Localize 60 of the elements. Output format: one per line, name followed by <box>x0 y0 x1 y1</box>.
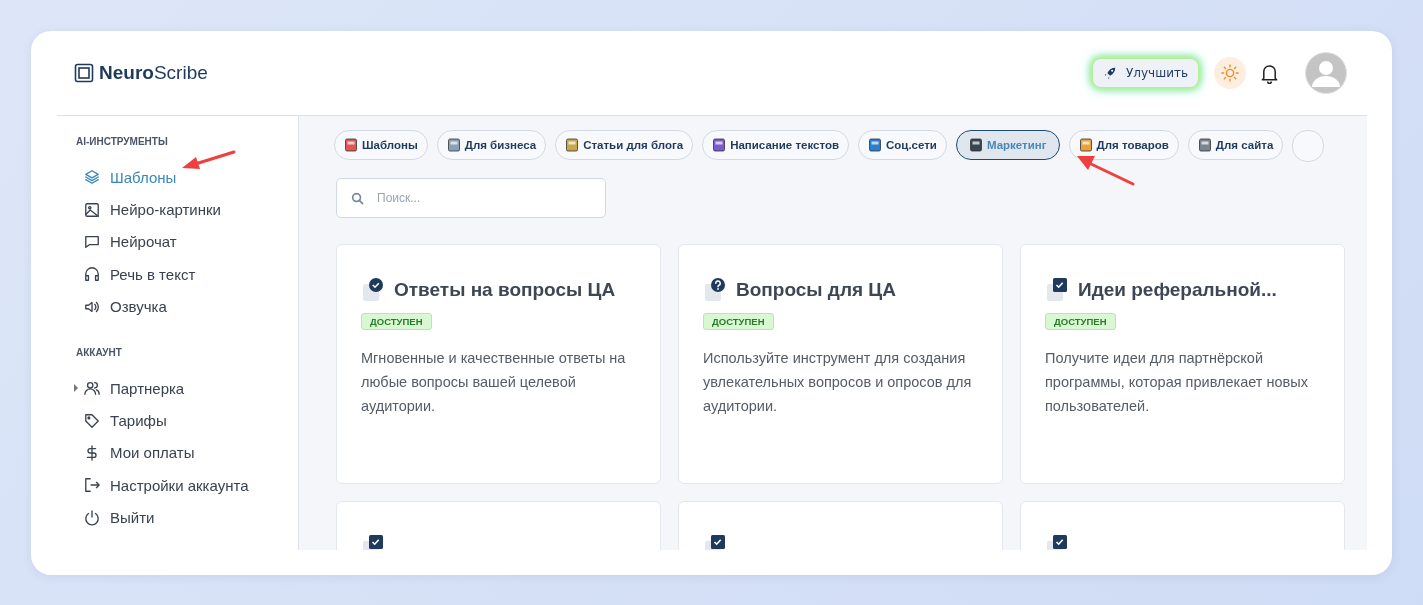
section-title: AI-ИНСТРУМЕНТЫ <box>76 136 169 147</box>
emoji-icon <box>712 138 727 152</box>
sidebar-item[interactable]: Выйти <box>57 501 298 534</box>
chat-bubble-icon <box>84 233 100 250</box>
card-description: Используйте инструмент для создания увлекательных вопросов и опросов для аудитории. <box>703 349 973 416</box>
layers-icon <box>84 169 100 186</box>
category-chip[interactable] <box>1292 130 1325 162</box>
logo-icon <box>74 63 94 83</box>
status-badge: ДОСТУПЕН <box>703 313 774 330</box>
category-chip[interactable]: Для товаров <box>1068 130 1179 160</box>
category-chip[interactable]: Шаблоны <box>334 130 428 160</box>
emoji-icon <box>344 138 358 152</box>
card-description: Мгновенные и качественные ответы на любые вопросы вашей целевой аудитории. <box>361 349 627 416</box>
emoji-icon <box>868 138 882 152</box>
category-chip[interactable]: Соц.сети <box>858 130 947 160</box>
sidebar-item[interactable]: Озвучка <box>57 290 298 323</box>
image-icon <box>84 201 100 218</box>
category-chip[interactable]: Для бизнеса <box>436 130 547 160</box>
headphones-icon <box>84 266 100 283</box>
emoji-icon <box>565 138 580 152</box>
card-title: Вопросы для ЦА <box>736 279 896 301</box>
logo-text[interactable]: NeuroScribe <box>99 62 208 84</box>
user-avatar[interactable] <box>1305 52 1347 94</box>
card-description: Получите идеи для партнёрской программы, которая привлекает новых пользователей. <box>1045 349 1309 416</box>
tag-icon <box>84 412 100 429</box>
users-icon <box>84 380 100 397</box>
status-badge: ДОСТУПЕН <box>1045 313 1116 330</box>
sidebar-item[interactable]: Речь в текст <box>57 258 298 291</box>
status-badge: ДОСТУПЕН <box>361 313 432 330</box>
template-card[interactable]: Идеи реферальной... ДОСТУПЕН Получите идеи для партнёрской программы, которая привлекает новых пользователей. <box>1020 244 1345 484</box>
sun-icon <box>1221 64 1239 82</box>
sidebar-item[interactable]: Мои оплаты <box>57 436 298 470</box>
template-card[interactable]: Вопросы для ЦА ДОСТУПЕН Используйте инструмент для создания увлекательных вопросов и опросов для аудитории. <box>678 244 1003 484</box>
category-chip[interactable]: Написание текстов <box>702 130 849 160</box>
annotation-arrow <box>1075 154 1135 186</box>
dollar-icon <box>84 444 100 461</box>
annotation-arrow <box>180 150 236 172</box>
upgrade-button[interactable]: Улучшить <box>1093 59 1198 87</box>
card-title: Идеи реферальной... <box>1078 279 1277 301</box>
sidebar-item[interactable]: Настройки аккаунта <box>57 469 298 502</box>
card-title: Ответы на вопросы ЦА <box>394 279 616 301</box>
sidebar-item[interactable]: Партнерка <box>57 371 298 405</box>
theme-toggle-button[interactable] <box>1214 57 1246 89</box>
search-field[interactable]: Поиск... <box>336 178 606 218</box>
section-title: АККАУНТ <box>76 346 123 358</box>
logout-arrow-icon <box>84 477 100 494</box>
template-card[interactable]: Ответы на вопросы ЦА ДОСТУПЕН Мгновенные и качественные ответы на любые вопросы вашей целевой аудитории. <box>336 244 661 484</box>
sidebar-item[interactable]: Шаблоны <box>57 161 298 194</box>
category-chip[interactable]: Для сайта <box>1187 130 1284 160</box>
caret-icon <box>74 384 78 393</box>
category-chip[interactable]: Статьи для блога <box>555 130 694 160</box>
power-icon <box>84 509 100 526</box>
emoji-icon <box>1197 138 1212 152</box>
sidebar-item[interactable]: Нейро-картинки <box>57 193 298 226</box>
emoji-icon <box>446 138 461 152</box>
emoji-icon <box>1078 138 1093 152</box>
sidebar-item[interactable]: Тарифы <box>57 404 298 437</box>
notification-bell-icon[interactable] <box>1260 62 1279 84</box>
emoji-icon <box>968 138 983 152</box>
sidebar-item[interactable]: Нейрочат <box>57 225 298 259</box>
